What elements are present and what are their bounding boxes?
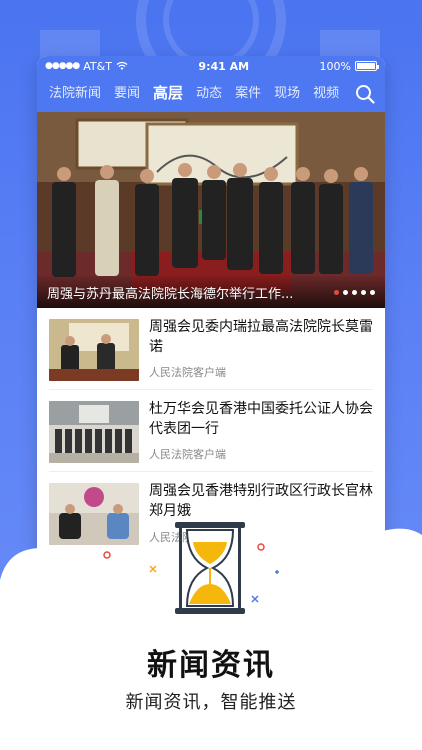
hero-carousel[interactable]: 周强与苏丹最高法院院长海德尔举行工作... [37,112,385,308]
news-thumbnail [49,401,139,463]
battery-percent: 100% [319,59,351,73]
pager-dot[interactable] [343,289,348,295]
pager-dot[interactable] [334,289,339,295]
signal-icon: ●●●●● [45,61,80,71]
pager-dot[interactable] [352,289,357,295]
category-nav: 法院新闻 要闻 高层 动态 案件 现场 视频 [37,76,385,112]
hourglass-icon [175,522,245,614]
tab-leadership[interactable]: 高层 [153,82,183,107]
hero-caption: 周强与苏丹最高法院院长海德尔举行工作... [47,286,294,302]
list-item[interactable]: 周强会见委内瑞拉最高法院院长莫雷诺 人民法院客户端 [49,308,373,390]
tab-headlines[interactable]: 要闻 [114,82,140,107]
carousel-pager [334,289,375,295]
search-button[interactable] [353,82,377,106]
category-tabs: 法院新闻 要闻 高层 动态 案件 现场 视频 [49,82,353,107]
tab-video[interactable]: 视频 [313,82,339,107]
wifi-icon [116,61,128,70]
battery-icon [355,61,379,71]
hero-caption-bar: 周强与苏丹最高法院院长海德尔举行工作... [37,276,385,308]
news-title: 杜万华会见香港中国委托公证人协会代表团一行 [149,401,373,437]
tab-court-news[interactable]: 法院新闻 [49,82,101,107]
news-title: 周强会见委内瑞拉最高法院院长莫雷诺 [149,319,373,355]
pager-dot[interactable] [361,289,366,295]
news-thumbnail [49,319,139,381]
feature-subtitle: 新闻资讯，智能推送 [125,692,297,713]
tab-updates[interactable]: 动态 [196,82,222,107]
news-source: 人民法院客户端 [149,366,226,379]
news-source: 人民法院客户端 [149,448,226,461]
clock: 9:41 AM [198,59,250,73]
carrier-label: AT&T [83,59,112,73]
search-icon [356,85,375,104]
news-title: 周强会见香港特别行政区行政长官林郑月娥 [149,483,373,519]
tab-cases[interactable]: 案件 [235,82,261,107]
pager-dot[interactable] [370,289,375,295]
feature-title: 新闻资讯 [147,648,275,683]
tab-live[interactable]: 现场 [274,82,300,107]
status-bar: ●●●●● AT&T 9:41 AM 100% [37,56,385,76]
news-list: 周强会见委内瑞拉最高法院院长莫雷诺 人民法院客户端 杜万华会见香港中国委托公证人… [37,308,385,554]
list-item[interactable]: 杜万华会见香港中国委托公证人协会代表团一行 人民法院客户端 [49,390,373,472]
